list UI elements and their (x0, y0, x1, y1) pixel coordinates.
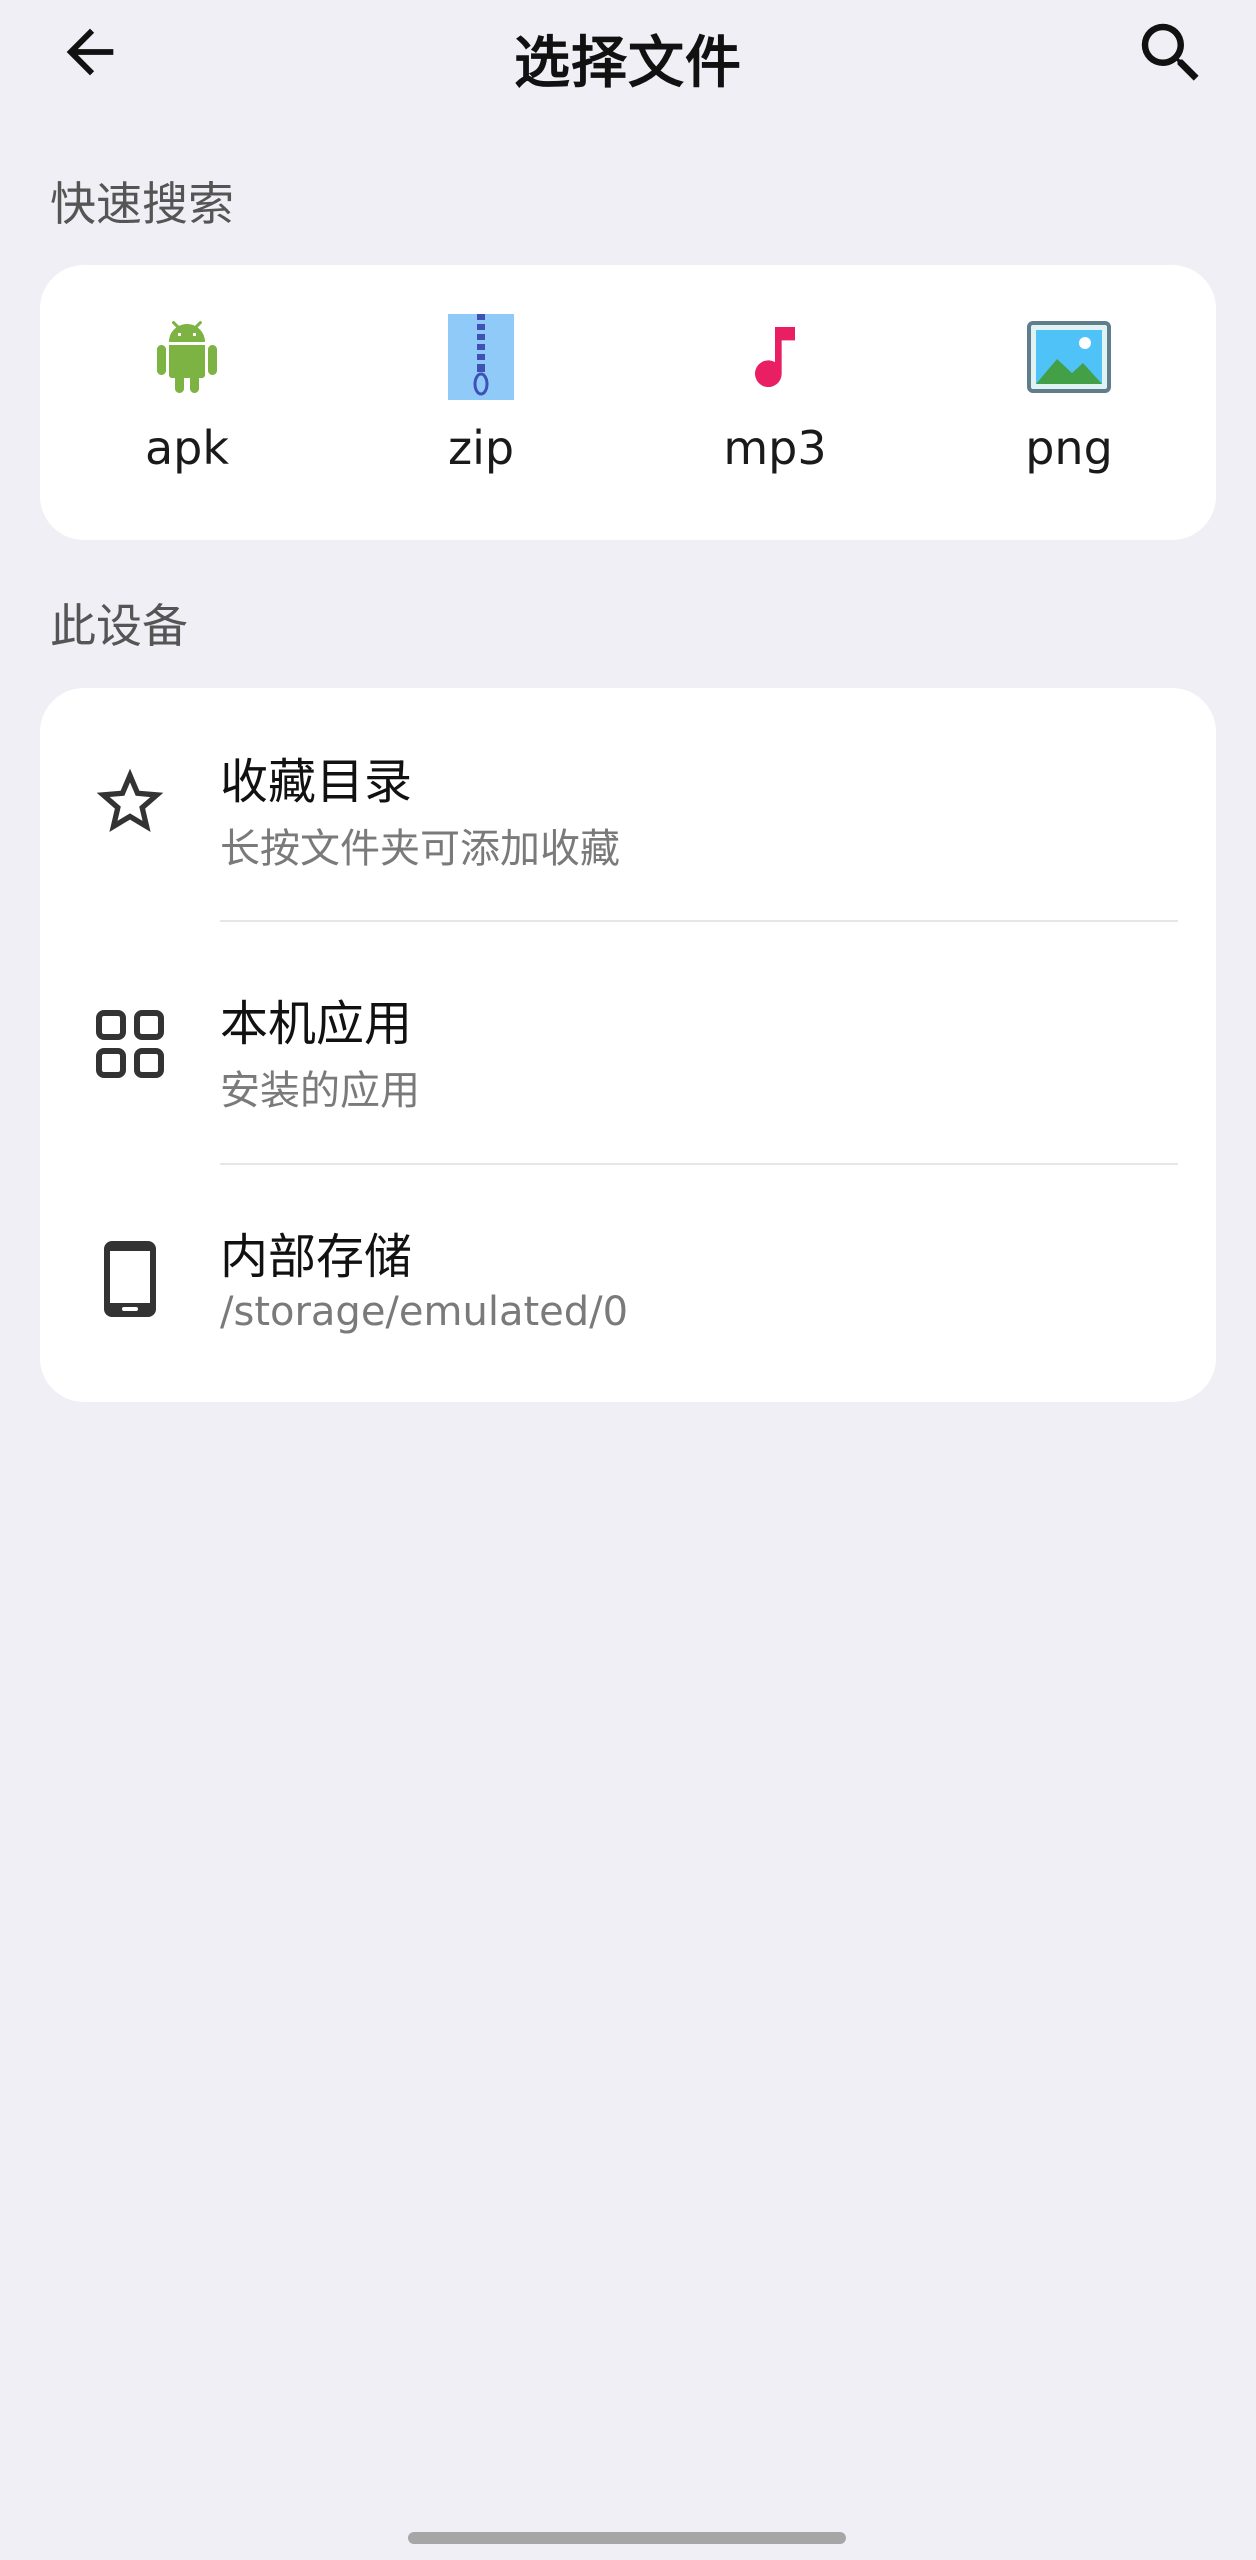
device-card: 收藏目录 长按文件夹可添加收藏 本机应用 安装的应用 内部存储 /storage… (40, 688, 1216, 1402)
quick-search-card: apk zip mp3 png (40, 265, 1216, 540)
quick-search-apk-label: apk (144, 421, 230, 475)
search-icon (1141, 23, 1199, 81)
music-note-icon (733, 315, 817, 399)
quick-search-label: 快速搜索 (50, 177, 234, 231)
zip-archive-icon (439, 314, 523, 400)
quick-search-zip[interactable]: zip (334, 265, 628, 540)
app-bar: 选择文件 (0, 0, 1256, 110)
internal-storage-title: 内部存储 (220, 1229, 413, 1285)
search-button[interactable] (1126, 8, 1216, 98)
installed-apps-subtitle: 安装的应用 (220, 1068, 420, 1114)
quick-search-png[interactable]: png (922, 265, 1216, 540)
quick-search-apk[interactable]: apk (40, 265, 334, 540)
installed-apps-title: 本机应用 (220, 996, 413, 1052)
internal-storage-row[interactable]: 内部存储 /storage/emulated/0 (40, 1165, 1216, 1405)
favorites-subtitle: 长按文件夹可添加收藏 (220, 826, 620, 872)
quick-search-png-label: png (1025, 421, 1113, 475)
internal-storage-path: /storage/emulated/0 (220, 1289, 629, 1335)
favorites-title: 收藏目录 (220, 754, 413, 810)
page-title: 选择文件 (514, 31, 742, 96)
smartphone-icon (88, 1237, 172, 1321)
installed-apps-row[interactable]: 本机应用 安装的应用 (40, 922, 1216, 1162)
quick-search-mp3[interactable]: mp3 (628, 265, 922, 540)
home-indicator[interactable] (408, 2532, 846, 2544)
quick-search-mp3-label: mp3 (723, 421, 827, 475)
device-section-label: 此设备 (50, 599, 188, 653)
favorites-row[interactable]: 收藏目录 长按文件夹可添加收藏 (40, 688, 1216, 928)
star-outline-icon (88, 760, 172, 844)
apps-grid-icon (88, 1002, 172, 1086)
image-icon (1027, 315, 1111, 399)
quick-search-zip-label: zip (447, 421, 515, 475)
android-icon (145, 315, 229, 399)
